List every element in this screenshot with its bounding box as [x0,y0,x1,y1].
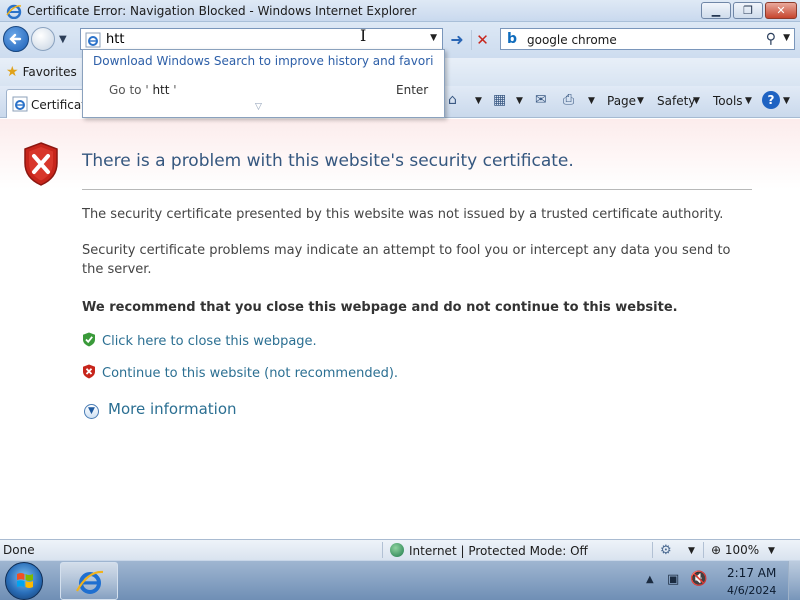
zoom-dropdown-icon[interactable]: ▼ [768,546,775,556]
divider [82,189,752,190]
internet-zone-icon [390,543,404,557]
ie-logo-icon [6,4,22,19]
tools-menu[interactable]: Tools [713,94,743,108]
clock-time[interactable]: 2:17 AM [727,566,776,580]
forward-button[interactable] [31,27,55,51]
close-window-button[interactable]: ✕ [765,2,797,19]
print-icon[interactable]: ⎙ [563,92,574,108]
tab-certificate-error[interactable]: Certificate Error: Navigation Blocked [6,89,92,118]
maximize-icon: ❐ [743,4,753,17]
expand-suggestions-icon[interactable]: ▽ [255,102,262,112]
divider [652,542,653,558]
show-desktop-button[interactable] [788,561,800,600]
ie-page-icon [12,96,28,112]
tools-menu-dropdown-icon[interactable]: ▼ [745,96,752,106]
close-icon: ✕ [776,4,786,17]
page-title: There is a problem with this website's s… [82,151,574,171]
close-webpage-row: Click here to close this webpage. [82,332,317,349]
security-zone[interactable]: Internet | Protected Mode: Off [390,543,588,558]
go-to-suggestion[interactable]: Go to ' htt ' [109,83,177,97]
back-button[interactable] [3,26,29,52]
error-warning: Security certificate problems may indica… [82,243,731,277]
protected-mode-icon[interactable]: ⚙ [660,543,672,558]
taskbar-internet-explorer[interactable] [60,562,118,600]
home-dropdown-icon[interactable]: ▼ [475,96,482,106]
search-options-dropdown-icon[interactable]: ▼ [783,33,790,43]
goto-value: htt [152,83,170,97]
stop-button[interactable]: ✕ [471,30,493,50]
goto-suffix: ' [169,83,177,97]
goto-prefix: Go to ' [109,83,153,97]
more-information-toggle[interactable]: ▼ More information [84,400,237,419]
show-hidden-icons-icon[interactable]: ▲ [646,574,654,585]
enter-hint: Enter [396,83,429,97]
maximize-button[interactable]: ❐ [733,2,763,19]
divider [703,542,704,558]
read-mail-icon[interactable]: ✉ [535,92,547,108]
favorites-label: Favorites [22,65,77,79]
clock-date[interactable]: 4/6/2024 [727,584,776,597]
safety-menu-dropdown-icon[interactable]: ▼ [693,96,700,106]
back-arrow-icon [9,33,22,45]
help-icon[interactable]: ? [762,91,780,109]
go-button[interactable]: ➜ [447,30,467,50]
address-input[interactable]: htt [106,32,124,47]
home-icon[interactable]: ⌂ [448,92,457,108]
error-shield-icon [24,142,58,186]
page-menu[interactable]: Page [607,94,636,108]
certificate-error-page: There is a problem with this website's s… [0,119,800,539]
title-bar: Certificate Error: Navigation Blocked - … [0,0,800,22]
safety-menu[interactable]: Safety [657,94,695,108]
recent-pages-dropdown-icon[interactable]: ▼ [59,34,67,45]
divider [382,542,383,558]
continue-website-row: Continue to this website (not recommende… [82,364,398,381]
taskbar: ▲ ▣ 🔇 2:17 AM 4/6/2024 [0,560,800,600]
network-icon[interactable]: ▣ [667,572,679,587]
internet-explorer-icon [76,570,104,594]
address-autocomplete-dropdown: Download Windows Search to improve histo… [82,49,445,118]
zoom-icon: ⊕ [711,543,725,557]
favorites-button[interactable]: ★ Favorites [6,64,77,80]
search-input[interactable]: google chrome [527,33,617,47]
print-dropdown-icon[interactable]: ▼ [588,96,595,106]
help-dropdown-icon[interactable]: ▼ [783,96,790,106]
windows-search-suggestion-link[interactable]: Download Windows Search to improve histo… [93,54,433,68]
security-zone-label: Internet | Protected Mode: Off [409,544,588,558]
minimize-button[interactable]: ▁ [701,2,731,19]
expand-chevron-icon: ▼ [84,404,99,419]
green-shield-check-icon [83,332,95,347]
page-menu-dropdown-icon[interactable]: ▼ [637,96,644,106]
close-webpage-link[interactable]: Click here to close this webpage. [102,334,317,349]
status-text: Done [3,543,35,557]
status-bar: Done Internet | Protected Mode: Off ⚙ ▼ … [0,539,800,560]
window-title: Certificate Error: Navigation Blocked - … [27,4,417,18]
ie-page-icon [85,32,101,48]
volume-muted-icon[interactable]: 🔇 [690,571,707,587]
minimize-icon: ▁ [711,4,721,17]
zoom-value: 100% [724,543,760,557]
continue-to-website-link[interactable]: Continue to this website (not recommende… [102,366,398,381]
error-description: The security certificate presented by th… [82,207,724,222]
windows-logo-icon [17,573,33,588]
zoom-level[interactable]: ⊕ 100% [711,543,759,557]
protected-mode-dropdown-icon[interactable]: ▼ [688,546,695,556]
favorites-star-icon: ★ [6,64,19,80]
feeds-icon[interactable]: ▦ [493,92,506,108]
feeds-dropdown-icon[interactable]: ▼ [516,96,523,106]
bing-icon: b [507,31,518,47]
stop-icon: ✕ [476,31,489,49]
text-cursor-icon: I [360,26,367,45]
go-arrow-icon: ➜ [450,30,464,49]
start-button[interactable] [5,562,43,600]
red-shield-x-icon [83,364,95,379]
address-dropdown-icon[interactable]: ▼ [430,33,437,43]
search-box[interactable]: b google chrome ⚲ ▼ [500,28,795,50]
recommendation-text: We recommend that you close this webpage… [82,300,678,315]
search-icon[interactable]: ⚲ [766,31,776,47]
address-bar[interactable]: htt ▼ [80,28,443,50]
more-information-label: More information [108,400,237,418]
